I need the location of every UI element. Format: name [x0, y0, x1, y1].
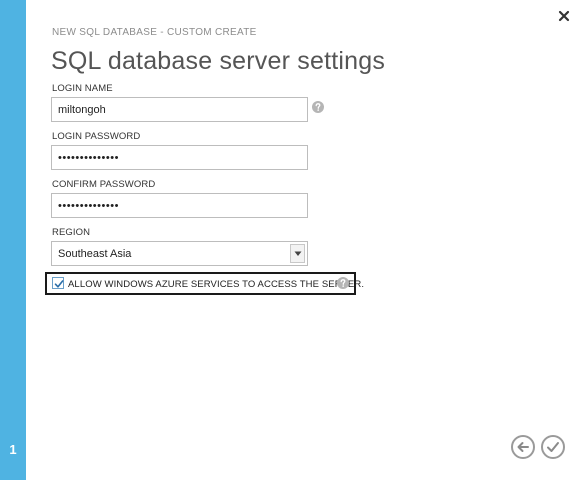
help-icon[interactable]: [312, 100, 324, 113]
confirm-password-field[interactable]: [51, 193, 308, 218]
complete-button[interactable]: [541, 435, 565, 459]
page-title: SQL database server settings: [51, 47, 386, 75]
login-password-field[interactable]: [51, 145, 308, 170]
login-name-field[interactable]: [51, 97, 308, 122]
back-button[interactable]: [511, 435, 535, 459]
region-select[interactable]: Southeast Asia: [51, 241, 308, 266]
breadcrumb: NEW SQL DATABASE - CUSTOM CREATE: [52, 27, 257, 38]
confirm-password-label: CONFIRM PASSWORD: [52, 179, 156, 190]
close-icon[interactable]: [556, 8, 572, 24]
region-label: REGION: [52, 227, 91, 238]
allow-azure-checkbox[interactable]: [52, 277, 64, 289]
help-icon[interactable]: [337, 276, 349, 289]
region-selected-value: Southeast Asia: [58, 248, 132, 260]
login-name-label: LOGIN NAME: [52, 83, 113, 94]
allow-azure-label: ALLOW WINDOWS AZURE SERVICES TO ACCESS T…: [68, 279, 365, 290]
login-password-label: LOGIN PASSWORD: [52, 131, 141, 142]
step-number: 1: [9, 442, 17, 457]
wizard-side-rail: [0, 0, 26, 480]
chevron-down-icon[interactable]: [290, 244, 305, 263]
